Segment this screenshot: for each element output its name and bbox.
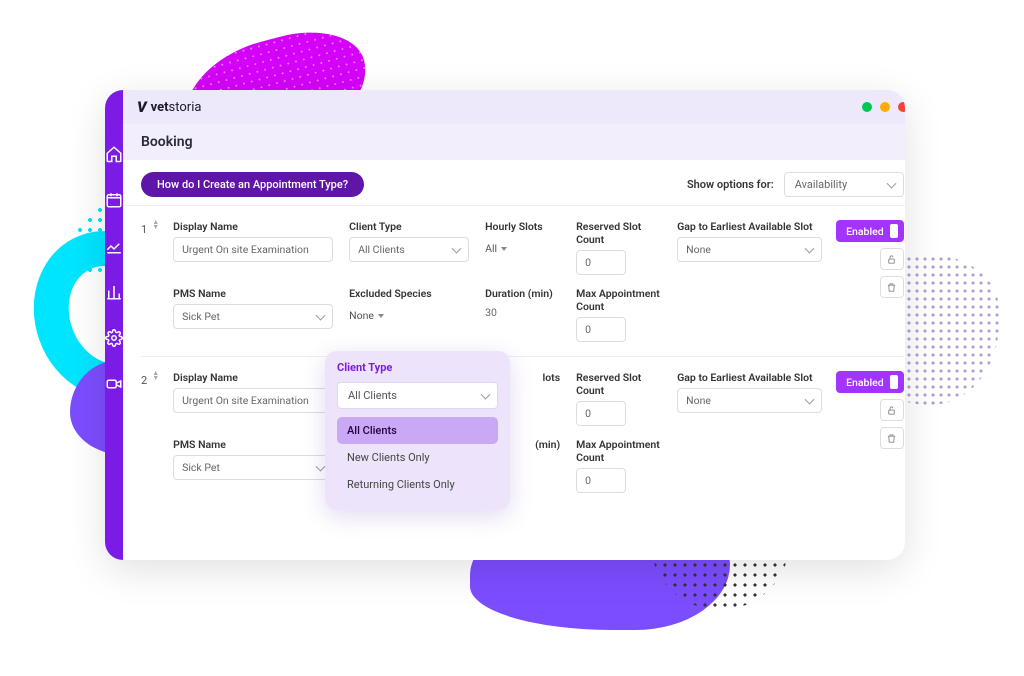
reserved-slot-label: Reserved Slot Count xyxy=(576,220,661,246)
gear-icon[interactable] xyxy=(105,329,123,347)
excluded-species-label: Excluded Species xyxy=(349,287,469,300)
home-icon[interactable] xyxy=(105,145,123,163)
enabled-toggle[interactable]: Enabled xyxy=(836,371,904,393)
pms-name-select[interactable]: Sick Pet xyxy=(173,455,333,480)
display-name-input[interactable]: Urgent On site Examination xyxy=(173,237,333,262)
row-number: 2 xyxy=(141,371,147,387)
max-appt-label: Max Appointment Count xyxy=(576,287,661,313)
toolbar: How do I Create an Appointment Type? Sho… xyxy=(123,160,905,206)
max-appt-input[interactable]: 0 xyxy=(576,468,626,493)
show-options-label: Show options for: xyxy=(687,178,774,191)
enabled-toggle[interactable]: Enabled xyxy=(836,220,904,242)
sidebar xyxy=(105,90,123,560)
sort-handle[interactable]: ▲▼ xyxy=(152,220,159,230)
max-appt-label: Max Appointment Count xyxy=(576,438,661,464)
reserved-slot-input[interactable]: 0 xyxy=(576,401,626,426)
maximize-icon[interactable] xyxy=(880,102,890,112)
titlebar: V vetstoria xyxy=(123,90,905,124)
logo-mark: V xyxy=(137,98,147,116)
chart-bar-icon[interactable] xyxy=(105,283,123,301)
gap-earliest-label: Gap to Earliest Available Slot xyxy=(677,371,822,384)
trash-icon[interactable] xyxy=(880,276,904,298)
pms-name-label: PMS Name xyxy=(173,438,333,451)
dropdown-option[interactable]: All Clients xyxy=(337,417,498,444)
main-panel: V vetstoria Booking How do I Create an A… xyxy=(123,90,905,560)
pms-name-select[interactable]: Sick Pet xyxy=(173,304,333,329)
reserved-slot-input[interactable]: 0 xyxy=(576,250,626,275)
display-name-input[interactable]: Urgent On site Examination xyxy=(173,388,333,413)
gap-earliest-select[interactable]: None xyxy=(677,237,822,262)
display-name-label: Display Name xyxy=(173,371,333,384)
video-icon[interactable] xyxy=(105,375,123,393)
gap-earliest-select[interactable]: None xyxy=(677,388,822,413)
sort-handle[interactable]: ▲▼ xyxy=(152,371,159,381)
duration-label: Duration (min) xyxy=(485,287,560,300)
lock-icon[interactable] xyxy=(880,399,904,421)
lock-icon[interactable] xyxy=(880,248,904,270)
dropdown-title: Client Type xyxy=(337,361,498,374)
page-title: Booking xyxy=(123,124,905,160)
minimize-icon[interactable] xyxy=(862,102,872,112)
window-controls xyxy=(862,102,905,112)
hourly-slots-label: Hourly Slots xyxy=(485,220,560,233)
show-options-select[interactable]: Availability xyxy=(784,172,904,197)
pms-name-label: PMS Name xyxy=(173,287,333,300)
hourly-slots-select[interactable]: All xyxy=(485,242,507,255)
appointment-rows: 1 ▲▼ Display Name Urgent On site Examina… xyxy=(123,206,905,560)
row-number: 1 xyxy=(141,220,147,236)
appointment-row: 1 ▲▼ Display Name Urgent On site Examina… xyxy=(141,206,904,357)
dropdown-option[interactable]: Returning Clients Only xyxy=(337,471,498,498)
close-icon[interactable] xyxy=(898,102,905,112)
dropdown-selected[interactable]: All Clients xyxy=(337,382,498,409)
calendar-icon[interactable] xyxy=(105,191,123,209)
reserved-slot-label: Reserved Slot Count xyxy=(576,371,661,397)
client-type-select[interactable]: All Clients xyxy=(349,237,469,262)
max-appt-input[interactable]: 0 xyxy=(576,317,626,342)
dropdown-option[interactable]: New Clients Only xyxy=(337,444,498,471)
display-name-label: Display Name xyxy=(173,220,333,233)
excluded-species-select[interactable]: None xyxy=(349,309,384,322)
client-type-label: Client Type xyxy=(349,220,469,233)
trash-icon[interactable] xyxy=(880,427,904,449)
app-window: V vetstoria Booking How do I Create an A… xyxy=(105,90,905,560)
client-type-dropdown: Client Type All Clients All Clients New … xyxy=(325,351,510,510)
appointment-row: 2 ▲▼ Display Name Urgent On site Examina… xyxy=(141,357,904,507)
chart-line-icon[interactable] xyxy=(105,237,123,255)
gap-earliest-label: Gap to Earliest Available Slot xyxy=(677,220,822,233)
logo: V vetstoria xyxy=(137,98,201,116)
help-button[interactable]: How do I Create an Appointment Type? xyxy=(141,172,364,197)
duration-value: 30 xyxy=(485,304,560,319)
